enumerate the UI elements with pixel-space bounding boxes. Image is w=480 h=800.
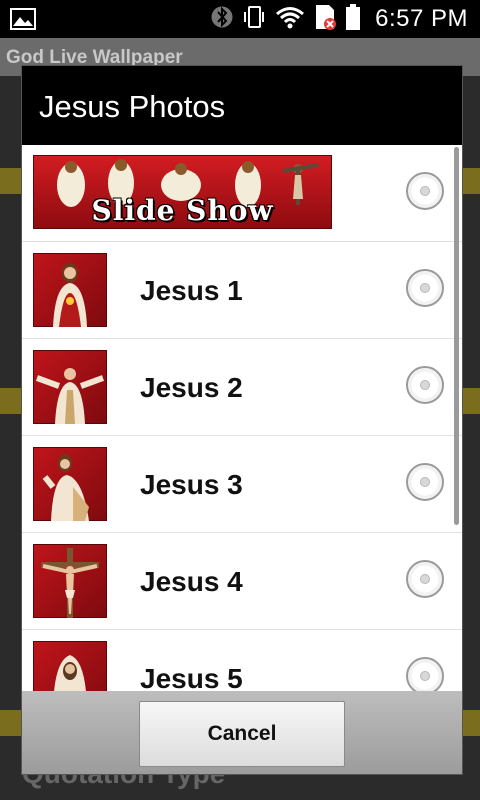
- item-label: Jesus 3: [140, 469, 243, 500]
- dialog-title: Jesus Photos: [22, 66, 462, 145]
- sim-error-icon: [313, 3, 337, 36]
- vibrate-icon: [241, 4, 267, 35]
- wifi-icon: [275, 5, 305, 34]
- radio-button[interactable]: [406, 560, 444, 598]
- item-label: Jesus 5: [140, 663, 243, 691]
- radio-button[interactable]: [406, 657, 444, 691]
- list-item-jesus-1[interactable]: Jesus 1: [22, 242, 462, 339]
- scrollbar[interactable]: [454, 147, 459, 525]
- radio-button[interactable]: [406, 366, 444, 404]
- list-item-jesus-3[interactable]: Jesus 3: [22, 436, 462, 533]
- thumbnail-image: [33, 447, 107, 521]
- thumbnail-image: [33, 253, 107, 327]
- photo-picker-dialog: Jesus Photos Slide Show Jesus 1 Jesus 2 …: [22, 66, 462, 774]
- options-list: Slide Show Jesus 1 Jesus 2 Jesus 3 Jesus…: [22, 145, 462, 691]
- item-label: Jesus 1: [140, 275, 243, 306]
- radio-button[interactable]: [406, 463, 444, 501]
- bluetooth-icon: [211, 3, 233, 36]
- gallery-icon: [10, 8, 36, 35]
- radio-button[interactable]: [406, 269, 444, 307]
- slide-show-banner: Slide Show: [33, 155, 332, 229]
- status-bar: 6:57 PM: [0, 0, 480, 38]
- thumbnail-image: [33, 641, 107, 691]
- thumbnail-image: [33, 544, 107, 618]
- item-label: Jesus 4: [140, 566, 243, 597]
- dialog-footer: Cancel: [22, 691, 462, 774]
- battery-icon: [345, 3, 361, 36]
- thumbnail-image: [33, 350, 107, 424]
- slide-show-label: Slide Show: [91, 194, 274, 227]
- cancel-button[interactable]: Cancel: [139, 701, 345, 767]
- list-item-jesus-4[interactable]: Jesus 4: [22, 533, 462, 630]
- radio-button[interactable]: [406, 172, 444, 210]
- clock: 6:57 PM: [375, 5, 468, 32]
- list-item-jesus-2[interactable]: Jesus 2: [22, 339, 462, 436]
- list-item-slide-show[interactable]: Slide Show: [22, 145, 462, 242]
- item-label: Jesus 2: [140, 372, 243, 403]
- list-item-jesus-5[interactable]: Jesus 5: [22, 630, 462, 691]
